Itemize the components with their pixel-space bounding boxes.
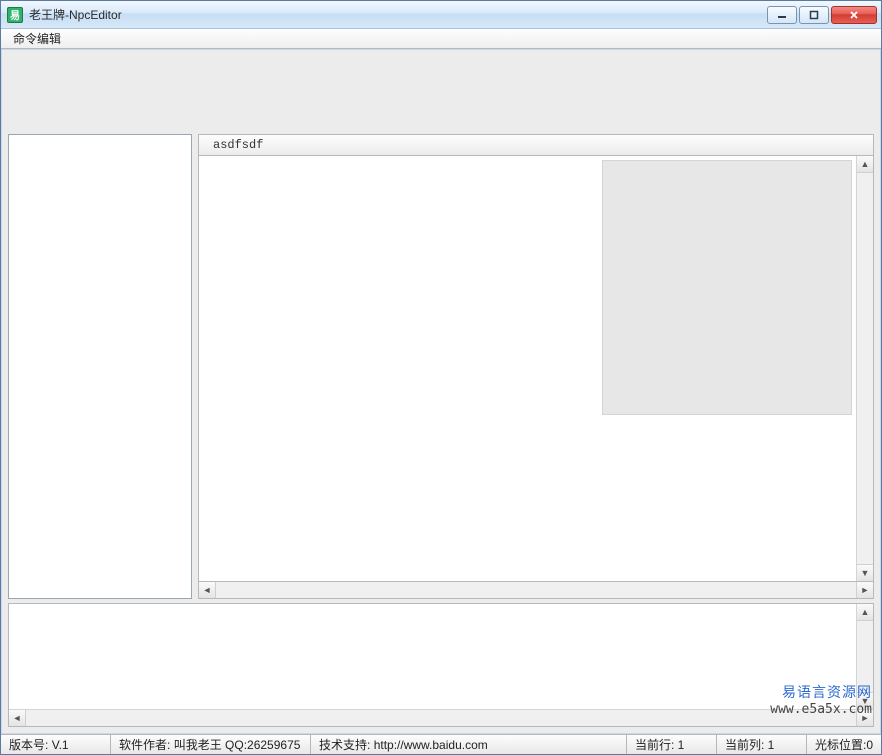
support-link[interactable]: http://www.baidu.com — [374, 738, 488, 752]
col-value: 1 — [768, 738, 775, 752]
caret-value: 0 — [866, 738, 873, 752]
col-label: 当前列: — [725, 736, 764, 753]
status-support: 技术支持: http://www.baidu.com — [311, 735, 627, 754]
toolbar-gap — [2, 50, 880, 134]
scroll-down-icon[interactable]: ▼ — [857, 692, 873, 709]
scroll-track[interactable] — [857, 621, 873, 692]
scroll-left-icon[interactable]: ◄ — [199, 582, 216, 598]
close-button[interactable] — [831, 6, 877, 24]
editor-header[interactable]: asdfsdf — [198, 134, 874, 156]
titlebar[interactable]: 易 老王牌-NpcEditor — [1, 1, 881, 29]
maximize-button[interactable] — [799, 6, 829, 24]
editor-box: ▲ ▼ — [198, 156, 874, 582]
editor-panel: asdfsdf ▲ ▼ ◄ ► — [198, 134, 874, 599]
editor-vertical-scrollbar[interactable]: ▲ ▼ — [856, 156, 873, 581]
scroll-right-icon[interactable]: ► — [856, 710, 873, 726]
status-row: 当前行: 1 — [627, 735, 717, 754]
output-body[interactable] — [9, 604, 856, 709]
author-label: 软件作者: — [119, 736, 170, 753]
scroll-track[interactable] — [857, 173, 873, 564]
row-value: 1 — [678, 738, 685, 752]
version-value: V.1 — [52, 738, 69, 752]
status-col: 当前列: 1 — [717, 735, 807, 754]
output-horizontal-scrollbar[interactable]: ◄ ► — [9, 709, 873, 726]
status-version: 版本号: V.1 — [1, 735, 111, 754]
minimize-button[interactable] — [767, 6, 797, 24]
editor-header-text: asdfsdf — [213, 138, 263, 152]
menu-command-edit[interactable]: 命令编辑 — [7, 28, 67, 49]
output-vertical-scrollbar[interactable]: ▲ ▼ — [856, 604, 873, 709]
statusbar: 版本号: V.1 软件作者: 叫我老王 QQ:26259675 技术支持: ht… — [1, 734, 881, 754]
client-area: asdfsdf ▲ ▼ ◄ ► — [1, 49, 881, 734]
app-icon: 易 — [7, 7, 23, 23]
tree-panel[interactable] — [8, 134, 192, 599]
window-title: 老王牌-NpcEditor — [29, 6, 767, 23]
close-icon — [849, 10, 859, 20]
status-caret: 光标位置: 0 — [807, 735, 881, 754]
menubar: 命令编辑 — [1, 29, 881, 49]
version-label: 版本号: — [9, 736, 48, 753]
scroll-up-icon[interactable]: ▲ — [857, 604, 873, 621]
support-label: 技术支持: — [319, 736, 370, 753]
output-panel: ▲ ▼ ◄ ► — [8, 603, 874, 727]
scroll-track[interactable] — [216, 582, 856, 598]
scroll-right-icon[interactable]: ► — [856, 582, 873, 598]
status-author: 软件作者: 叫我老王 QQ:26259675 — [111, 735, 311, 754]
scroll-track[interactable] — [26, 710, 856, 726]
scroll-down-icon[interactable]: ▼ — [857, 564, 873, 581]
author-value: 叫我老王 QQ:26259675 — [174, 736, 301, 753]
caret-label: 光标位置: — [815, 736, 866, 753]
scroll-up-icon[interactable]: ▲ — [857, 156, 873, 173]
editor-canvas[interactable] — [199, 156, 856, 581]
row-label: 当前行: — [635, 736, 674, 753]
application-window: 易 老王牌-NpcEditor 命令编辑 asdfsdf — [0, 0, 882, 755]
scroll-left-icon[interactable]: ◄ — [9, 710, 26, 726]
maximize-icon — [809, 10, 819, 20]
editor-horizontal-scrollbar[interactable]: ◄ ► — [198, 582, 874, 599]
preview-panel[interactable] — [602, 160, 852, 415]
minimize-icon — [777, 10, 787, 20]
